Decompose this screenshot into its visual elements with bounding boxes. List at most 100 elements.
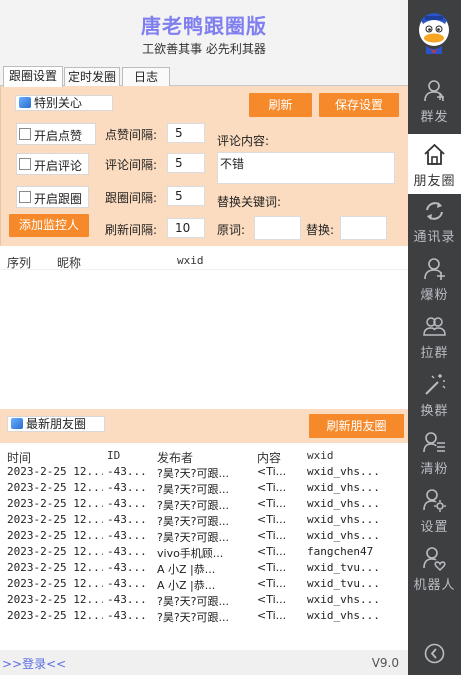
- nav-item-clean-fans[interactable]: 清粉: [408, 422, 461, 482]
- nav-item-moments[interactable]: 朋友圈: [408, 134, 461, 194]
- donald-duck-avatar-icon[interactable]: [415, 8, 453, 58]
- tab-log[interactable]: 日志: [122, 67, 170, 87]
- comment-content-input[interactable]: 不错: [217, 152, 395, 184]
- table-row[interactable]: 2023-2-25 12... -43... A 小Z |恭... <Ti... wxi…: [0, 561, 408, 577]
- nav-item-broadcast[interactable]: 群发: [408, 70, 461, 130]
- version-label: V9.0: [371, 656, 399, 670]
- nav-item-contacts[interactable]: 通讯录: [408, 190, 461, 250]
- refresh-interval-label: 刷新间隔:: [105, 223, 158, 237]
- comment-interval-input[interactable]: 5: [167, 153, 205, 173]
- table-row[interactable]: 2023-2-25 12... -43... ?昊?天?可跟... <Ti... wxi…: [0, 513, 408, 529]
- table-row[interactable]: 2023-2-25 12... -43... A 小Z |恭... <Ti... wxi…: [0, 577, 408, 593]
- login-link[interactable]: >>登录<<: [2, 655, 66, 672]
- cell-wxid: wxid_vhs...: [307, 593, 380, 606]
- table-row[interactable]: 2023-2-25 12... -43... ?昊?天?可跟... <Ti... wxi…: [0, 609, 408, 625]
- cell-time: 2023-2-25 12...: [7, 545, 103, 558]
- column-header-content[interactable]: 内容: [257, 449, 281, 466]
- cell-publisher: vivo手机顾...: [157, 547, 224, 560]
- cell-content: <Ti...: [257, 609, 287, 622]
- table-row[interactable]: 2023-2-25 12... -43... ?昊?天?可跟... <Ti... wxi…: [0, 593, 408, 609]
- nav-label-pull-group: 拉群: [420, 346, 449, 361]
- settings-panel: 特别关心 刷新 保存设置 开启点赞 开启评论 开启跟圈 添加监控人 点赞间隔: …: [0, 86, 408, 246]
- monitor-list[interactable]: 序列 昵称 wxid: [0, 246, 408, 409]
- cell-wxid: wxid_vhs...: [307, 529, 380, 542]
- comment-interval-label: 评论间隔:: [105, 158, 158, 172]
- footer: >>登录<< V9.0: [0, 650, 408, 675]
- cell-content: <Ti...: [257, 529, 287, 542]
- column-header-wxid[interactable]: wxid: [177, 254, 204, 267]
- tab-follow-settings[interactable]: 跟圈设置: [3, 66, 63, 87]
- add-monitor-button[interactable]: 添加监控人: [9, 214, 89, 237]
- cell-content: <Ti...: [257, 545, 287, 558]
- checkbox[interactable]: [19, 158, 31, 170]
- user-gear-icon: [423, 489, 446, 512]
- tab-scheduled-post[interactable]: 定时发圈: [64, 67, 120, 87]
- nav-item-pull-group[interactable]: 拉群: [408, 306, 461, 366]
- chevron-left-circle-icon[interactable]: [424, 643, 445, 664]
- cell-publisher: A 小Z |恭...: [157, 579, 216, 592]
- user-add-icon: [424, 258, 445, 280]
- cell-time: 2023-2-25 12...: [7, 513, 103, 526]
- refresh-button[interactable]: 刷新: [249, 93, 312, 117]
- cell-time: 2023-2-25 12...: [7, 465, 103, 478]
- cell-content: <Ti...: [257, 497, 287, 510]
- cell-wxid: wxid_vhs...: [307, 609, 380, 622]
- app-header: 唐老鸭跟圈版 工欲善其事 必先利其器: [0, 0, 408, 64]
- like-interval-input[interactable]: 5: [167, 123, 205, 143]
- cell-time: 2023-2-25 12...: [7, 577, 103, 590]
- like-interval-label: 点赞间隔:: [105, 128, 158, 142]
- table-row[interactable]: 2023-2-25 12... -43... ?昊?天?可跟... <Ti... wxi…: [0, 481, 408, 497]
- save-settings-button[interactable]: 保存设置: [319, 93, 399, 117]
- latest-moments-group: 最新朋友圈: [7, 416, 105, 432]
- table-row[interactable]: 2023-2-25 12... -43... ?昊?天?可跟... <Ti... wxi…: [0, 497, 408, 513]
- cell-id: -43...: [107, 561, 147, 574]
- home-icon: [424, 143, 445, 165]
- column-header-time[interactable]: 时间: [7, 449, 31, 466]
- refresh-moments-button[interactable]: 刷新朋友圈: [309, 414, 404, 438]
- column-header-id[interactable]: ID: [107, 449, 120, 462]
- column-header-wxid[interactable]: wxid: [307, 449, 334, 462]
- user-list-icon: [423, 432, 445, 453]
- enable-follow-checkbox[interactable]: 开启跟圈: [16, 186, 89, 208]
- cell-id: -43...: [107, 593, 147, 606]
- column-header-publisher[interactable]: 发布者: [157, 449, 193, 466]
- cell-wxid: wxid_tvu...: [307, 561, 380, 574]
- moments-table-header: 时间 ID 发布者 内容 wxid: [0, 443, 408, 465]
- nav-item-switch-group[interactable]: 换群: [408, 364, 461, 424]
- cell-id: -43...: [107, 577, 147, 590]
- column-header-nickname[interactable]: 昵称: [57, 254, 81, 271]
- cell-publisher: A 小Z |恭...: [157, 563, 216, 576]
- cell-wxid: wxid_vhs...: [307, 513, 380, 526]
- cell-publisher: ?昊?天?可跟...: [157, 483, 230, 496]
- nav-label-contacts: 通讯录: [413, 230, 456, 245]
- replace-with-input[interactable]: [340, 216, 387, 240]
- column-header-index[interactable]: 序列: [7, 254, 31, 271]
- cell-content: <Ti...: [257, 577, 287, 590]
- cell-id: -43...: [107, 545, 147, 558]
- original-word-input[interactable]: [254, 216, 301, 240]
- nav-label-settings: 设置: [420, 520, 449, 535]
- refresh-interval-input[interactable]: 10: [167, 218, 205, 238]
- nav-item-boost-fans[interactable]: 爆粉: [408, 248, 461, 308]
- cell-time: 2023-2-25 12...: [7, 497, 103, 510]
- checkbox[interactable]: [19, 128, 31, 140]
- enable-like-checkbox[interactable]: 开启点赞: [16, 123, 96, 145]
- table-row[interactable]: 2023-2-25 12... -43... vivo手机顾... <Ti... fan…: [0, 545, 408, 561]
- nav-item-settings[interactable]: 设置: [408, 480, 461, 540]
- follow-interval-input[interactable]: 5: [167, 186, 205, 206]
- table-row[interactable]: 2023-2-25 12... -43... ?昊?天?可跟... <Ti... wxi…: [0, 529, 408, 545]
- cell-id: -43...: [107, 513, 147, 526]
- cell-wxid: fangchen47: [307, 545, 374, 558]
- nav-label-broadcast: 群发: [420, 110, 449, 125]
- table-row[interactable]: 2023-2-25 12... -43... ?昊?天?可跟... <Ti... wxi…: [0, 465, 408, 481]
- follow-interval-label: 跟圈间隔:: [105, 191, 158, 205]
- checkbox[interactable]: [19, 191, 31, 203]
- group-icon: [423, 317, 446, 336]
- nav-item-robot[interactable]: 机器人: [408, 538, 461, 598]
- cell-publisher: ?昊?天?可跟...: [157, 595, 230, 608]
- latest-moments-label: 最新朋友圈: [26, 417, 87, 431]
- cell-content: <Ti...: [257, 561, 287, 574]
- moments-table[interactable]: 时间 ID 发布者 内容 wxid 2023-2-25 12... -43...?…: [0, 443, 408, 650]
- cell-id: -43...: [107, 609, 147, 622]
- enable-comment-checkbox[interactable]: 开启评论: [16, 153, 89, 175]
